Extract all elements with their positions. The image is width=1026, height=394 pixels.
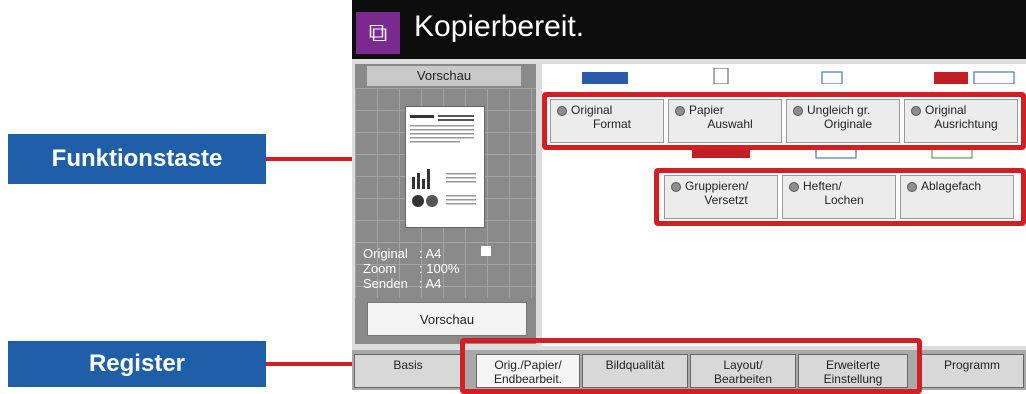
gruppieren-versetzt-button[interactable]: Gruppieren/ Versetzt <box>664 175 778 219</box>
ablagefach-button[interactable]: Ablagefach <box>900 175 1014 219</box>
callout-register: Register <box>8 341 266 387</box>
title-bar: ⧉ Kopierbereit. <box>352 0 1026 59</box>
senden-info: Senden: A4 <box>363 276 442 291</box>
original-ausrichtung-button[interactable]: Original Ausrichtung <box>904 99 1018 143</box>
heften-lochen-button[interactable]: Heften/ Lochen <box>782 175 896 219</box>
preview-panel: Vorschau Original: A4 Zoom: 100% Sende… <box>355 64 536 344</box>
copy-icon: ⧉ <box>356 12 400 54</box>
indicator-icon <box>557 106 567 116</box>
preview-document-icon <box>405 106 485 228</box>
preview-button[interactable]: Vorschau <box>367 302 527 336</box>
indicator-icon <box>911 106 921 116</box>
orientation-icon <box>481 246 491 256</box>
original-info: Original: A4 <box>363 246 442 261</box>
indicator-icon <box>789 182 799 192</box>
function-icons-row1 <box>582 68 1015 84</box>
highlight-tabs <box>460 338 922 394</box>
ungleich-originale-button[interactable]: Ungleich gr. Originale <box>786 99 900 143</box>
device-panel: ⧉ Kopierbereit. Vorschau Original: A4 Z… <box>352 0 1026 394</box>
tab-bar: Basis Orig./Papier/Endbearbeit. Bildqual… <box>352 338 1026 394</box>
papier-auswahl-button[interactable]: Papier Auswahl <box>668 99 782 143</box>
indicator-icon <box>675 106 685 116</box>
original-format-button[interactable]: Original Format <box>550 99 664 143</box>
indicator-icon <box>793 106 803 116</box>
tab-basis[interactable]: Basis <box>354 354 462 388</box>
callout-funktionstaste: Funktionstaste <box>8 134 266 184</box>
preview-header: Vorschau <box>367 66 521 86</box>
zoom-info: Zoom: 100% <box>363 261 460 276</box>
function-area: Original Format Papier Auswahl Ungleich … <box>542 64 1026 346</box>
indicator-icon <box>671 182 681 192</box>
status-title: Kopierbereit. <box>414 10 585 43</box>
tab-programm[interactable]: Programm <box>920 354 1024 388</box>
indicator-icon <box>907 182 917 192</box>
